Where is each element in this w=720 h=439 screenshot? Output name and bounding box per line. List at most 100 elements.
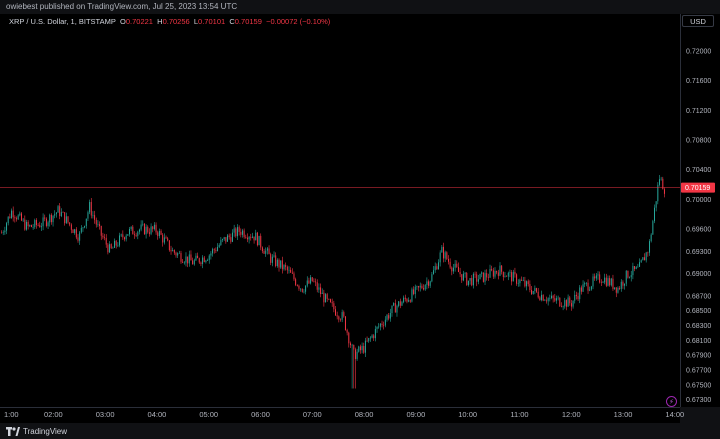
candle-body (414, 286, 416, 294)
candle-body (182, 261, 184, 263)
candle-body (102, 235, 104, 238)
x-tick-label: 08:00 (355, 410, 374, 419)
candle-body (393, 303, 395, 306)
candle-body (315, 281, 317, 283)
candle-body (418, 286, 420, 288)
candle-body (94, 215, 96, 220)
candle-body (569, 297, 571, 304)
candle-body (597, 274, 599, 276)
candle-body (2, 232, 4, 233)
candle-body (369, 337, 371, 339)
candle-body (109, 244, 111, 253)
candle-body (356, 351, 358, 359)
candle-body (441, 246, 443, 253)
candle-body (293, 273, 295, 280)
candle-body (223, 237, 225, 240)
candle-body (406, 299, 408, 302)
candle-body (481, 272, 483, 274)
tradingview-logo[interactable]: TradingView (6, 427, 67, 436)
candle-body (486, 273, 488, 278)
candle-body (59, 206, 61, 217)
candle-body (47, 222, 49, 226)
candle-body (266, 248, 268, 251)
candle-body (567, 297, 569, 307)
candle-body (79, 232, 81, 241)
candle-body (354, 349, 356, 359)
lightning-icon[interactable]: ⚡ (666, 396, 677, 407)
candle-body (11, 210, 13, 219)
candle-body (433, 270, 435, 275)
candle-body (238, 227, 240, 232)
candle-body (235, 228, 237, 237)
candle-body (295, 279, 297, 285)
candle-body (160, 230, 162, 235)
y-tick-label: 0.68300 (686, 323, 711, 330)
candle-body (29, 225, 31, 227)
candle-body (560, 306, 562, 307)
candle-body (398, 301, 400, 306)
candle-body (105, 238, 107, 245)
candle-body (97, 224, 99, 225)
candle-body (310, 277, 312, 284)
candle-body (208, 255, 210, 261)
candle-body (554, 298, 556, 301)
candle-body (642, 257, 644, 261)
candle-body (70, 224, 72, 230)
candle-body (44, 217, 46, 219)
candle-body (555, 298, 557, 301)
candle-body (436, 266, 438, 270)
candle-body (552, 295, 554, 299)
candle-body (187, 256, 189, 264)
candle-body (212, 249, 214, 254)
currency-button[interactable]: USD (682, 15, 714, 27)
candle-body (549, 298, 551, 299)
candle-body (649, 241, 651, 253)
candle-body (215, 250, 217, 252)
y-tick-label: 0.69000 (686, 271, 711, 278)
candle-body (326, 294, 328, 299)
candle-body (386, 315, 388, 320)
candle-body (403, 297, 405, 303)
candle-body (135, 235, 137, 236)
candle-body (492, 270, 494, 277)
candle-body (504, 276, 506, 277)
candle-body (511, 272, 513, 282)
candle-body (388, 315, 390, 319)
candle-body (501, 265, 503, 272)
tradingview-logo-icon (6, 427, 20, 436)
candle-body (536, 288, 538, 292)
candle-body (250, 237, 252, 238)
candle-body (286, 266, 288, 271)
candle-body (37, 225, 39, 226)
candle-body (655, 201, 657, 208)
candle-body (541, 294, 543, 301)
candle-body (491, 269, 493, 271)
candle-body (331, 302, 333, 304)
candle-body (416, 286, 418, 287)
candle-body (577, 296, 579, 300)
y-tick-label: 0.67900 (686, 353, 711, 360)
candle-body (188, 254, 190, 264)
candle-body (288, 269, 290, 271)
candle-body (614, 287, 616, 289)
candle-body (147, 226, 149, 233)
candle-body (522, 280, 524, 282)
candle-body (178, 253, 180, 254)
candle-body (32, 226, 34, 228)
candle-body (653, 207, 655, 222)
candle-body (604, 277, 606, 283)
legend-change: −0.00072 (−0.10%) (266, 17, 331, 26)
candle-body (476, 274, 478, 282)
candle-body (328, 298, 330, 300)
candle-body (90, 202, 92, 216)
candle-body (308, 280, 310, 284)
candle-body (158, 230, 160, 237)
candle-body (429, 281, 431, 286)
y-tick-label: 0.67500 (686, 382, 711, 389)
candle-body (537, 291, 539, 298)
candle-body (218, 245, 220, 248)
candle-body (359, 346, 361, 351)
legend-close-value: 0.70159 (234, 17, 262, 26)
candle-body (296, 284, 298, 286)
candle-body (519, 279, 521, 284)
